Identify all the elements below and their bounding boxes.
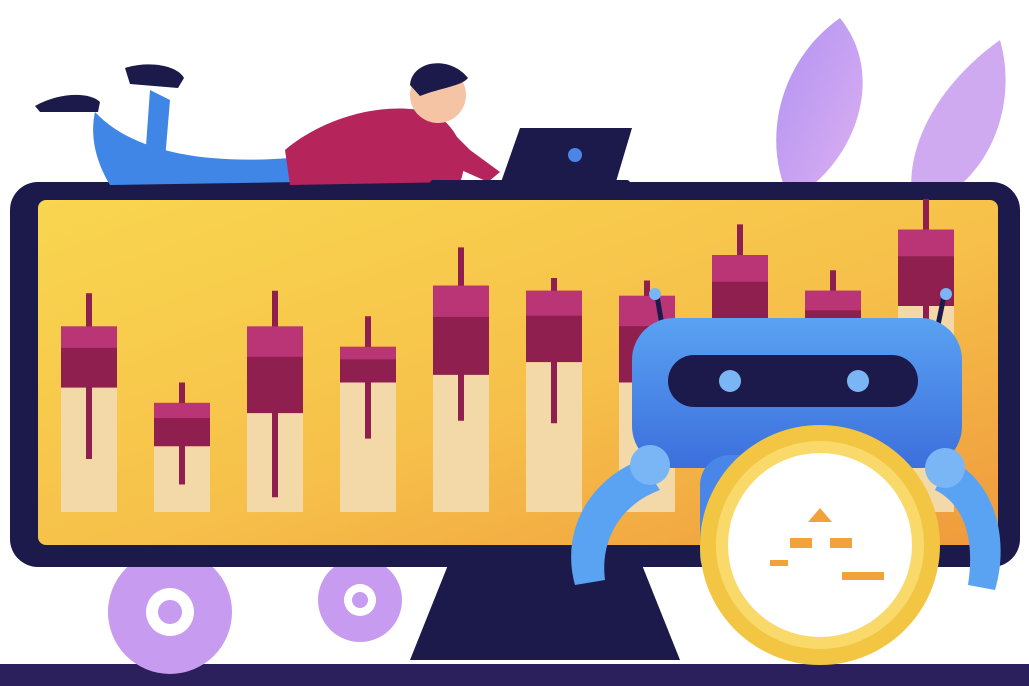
person — [35, 63, 500, 185]
candle-highlight — [712, 255, 768, 282]
candle — [526, 277, 582, 512]
gear-small-icon — [318, 558, 402, 642]
candle-highlight — [805, 290, 861, 311]
leaf-left — [776, 18, 863, 200]
candle-highlight — [526, 290, 582, 316]
candle — [433, 247, 489, 512]
candle-highlight — [898, 229, 954, 257]
robot-visor — [668, 355, 918, 407]
candle-highlight — [433, 285, 489, 317]
person-legs — [93, 112, 300, 185]
robot-eye-right — [847, 370, 869, 392]
candle-highlight — [340, 346, 396, 360]
shoe-icon — [35, 94, 100, 112]
candle-highlight — [154, 402, 210, 419]
shoe-icon-2 — [125, 64, 184, 88]
leaves-decoration — [776, 18, 1006, 210]
candle-highlight — [61, 326, 117, 348]
gear-icon — [108, 550, 232, 674]
illustration-scene — [0, 18, 1029, 686]
candle-highlight — [247, 326, 303, 357]
robot-eye-left — [719, 370, 741, 392]
coin — [700, 425, 940, 665]
